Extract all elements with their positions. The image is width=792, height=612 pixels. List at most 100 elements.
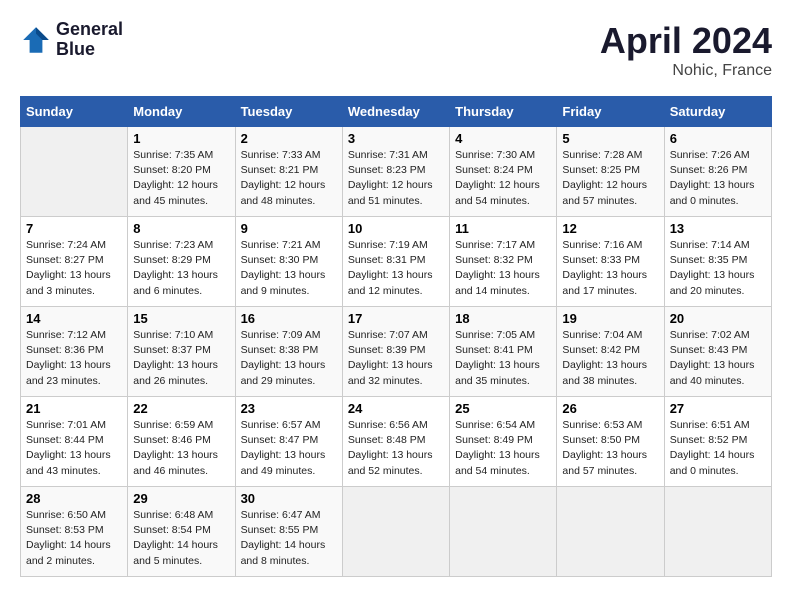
cell-w2-d6: 13 Sunrise: 7:14 AM Sunset: 8:35 PM Dayli… — [664, 217, 771, 307]
col-thursday: Thursday — [450, 97, 557, 127]
day-number: 1 — [133, 131, 229, 146]
day-number: 21 — [26, 401, 122, 416]
page-header: General Blue April 2024 Nohic, France — [20, 20, 772, 80]
day-info: Sunrise: 7:23 AM Sunset: 8:29 PM Dayligh… — [133, 238, 229, 299]
cell-w5-d1: 29 Sunrise: 6:48 AM Sunset: 8:54 PM Dayli… — [128, 487, 235, 577]
day-number: 7 — [26, 221, 122, 236]
day-info: Sunrise: 7:12 AM Sunset: 8:36 PM Dayligh… — [26, 328, 122, 389]
cell-w1-d5: 5Sunrise: 7:28 AM Sunset: 8:25 PM Daylig… — [557, 127, 664, 217]
cell-w1-d2: 2 Sunrise: 7:33 AM Sunset: 8:21 PM Daylig… — [235, 127, 342, 217]
col-saturday: Saturday — [664, 97, 771, 127]
week-row-2: 7Sunrise: 7:24 AM Sunset: 8:27 PM Daylig… — [21, 217, 772, 307]
day-info: Sunrise: 7:31 AM Sunset: 8:23 PM Dayligh… — [348, 148, 444, 209]
day-number: 9 — [241, 221, 337, 236]
cell-w4-d5: 26Sunrise: 6:53 AM Sunset: 8:50 PM Dayli… — [557, 397, 664, 487]
day-number: 23 — [241, 401, 337, 416]
cell-w3-d4: 18 Sunrise: 7:05 AM Sunset: 8:41 PM Dayli… — [450, 307, 557, 397]
day-info: Sunrise: 7:30 AM Sunset: 8:24 PM Dayligh… — [455, 148, 551, 209]
week-row-5: 28 Sunrise: 6:50 AM Sunset: 8:53 PM Dayli… — [21, 487, 772, 577]
day-number: 4 — [455, 131, 551, 146]
cell-w3-d6: 20 Sunrise: 7:02 AM Sunset: 8:43 PM Dayli… — [664, 307, 771, 397]
day-info: Sunrise: 7:26 AM Sunset: 8:26 PM Dayligh… — [670, 148, 766, 209]
day-number: 11 — [455, 221, 551, 236]
day-info: Sunrise: 7:35 AM Sunset: 8:20 PM Dayligh… — [133, 148, 229, 209]
day-info: Sunrise: 7:33 AM Sunset: 8:21 PM Dayligh… — [241, 148, 337, 209]
day-info: Sunrise: 7:09 AM Sunset: 8:38 PM Dayligh… — [241, 328, 337, 389]
cell-w5-d0: 28 Sunrise: 6:50 AM Sunset: 8:53 PM Dayli… — [21, 487, 128, 577]
day-info: Sunrise: 7:19 AM Sunset: 8:31 PM Dayligh… — [348, 238, 444, 299]
day-number: 10 — [348, 221, 444, 236]
logo: General Blue — [20, 20, 123, 60]
cell-w5-d3 — [342, 487, 449, 577]
day-number: 3 — [348, 131, 444, 146]
cell-w2-d5: 12Sunrise: 7:16 AM Sunset: 8:33 PM Dayli… — [557, 217, 664, 307]
day-info: Sunrise: 6:50 AM Sunset: 8:53 PM Dayligh… — [26, 508, 122, 569]
day-info: Sunrise: 7:04 AM Sunset: 8:42 PM Dayligh… — [562, 328, 658, 389]
day-number: 22 — [133, 401, 229, 416]
day-number: 24 — [348, 401, 444, 416]
cell-w1-d1: 1 Sunrise: 7:35 AM Sunset: 8:20 PM Daylig… — [128, 127, 235, 217]
cell-w1-d3: 3 Sunrise: 7:31 AM Sunset: 8:23 PM Daylig… — [342, 127, 449, 217]
cell-w2-d0: 7Sunrise: 7:24 AM Sunset: 8:27 PM Daylig… — [21, 217, 128, 307]
day-number: 16 — [241, 311, 337, 326]
week-row-4: 21Sunrise: 7:01 AM Sunset: 8:44 PM Dayli… — [21, 397, 772, 487]
day-info: Sunrise: 6:54 AM Sunset: 8:49 PM Dayligh… — [455, 418, 551, 479]
col-wednesday: Wednesday — [342, 97, 449, 127]
cell-w5-d4 — [450, 487, 557, 577]
day-number: 8 — [133, 221, 229, 236]
cell-w5-d5 — [557, 487, 664, 577]
day-number: 28 — [26, 491, 122, 506]
day-info: Sunrise: 7:10 AM Sunset: 8:37 PM Dayligh… — [133, 328, 229, 389]
day-number: 19 — [562, 311, 658, 326]
day-info: Sunrise: 7:28 AM Sunset: 8:25 PM Dayligh… — [562, 148, 658, 209]
cell-w5-d6 — [664, 487, 771, 577]
week-row-1: 1 Sunrise: 7:35 AM Sunset: 8:20 PM Daylig… — [21, 127, 772, 217]
day-info: Sunrise: 7:17 AM Sunset: 8:32 PM Dayligh… — [455, 238, 551, 299]
day-number: 26 — [562, 401, 658, 416]
header-row: Sunday Monday Tuesday Wednesday Thursday… — [21, 97, 772, 127]
day-info: Sunrise: 7:16 AM Sunset: 8:33 PM Dayligh… — [562, 238, 658, 299]
day-number: 18 — [455, 311, 551, 326]
main-title: April 2024 — [600, 20, 772, 62]
cell-w4-d1: 22Sunrise: 6:59 AM Sunset: 8:46 PM Dayli… — [128, 397, 235, 487]
day-number: 29 — [133, 491, 229, 506]
day-info: Sunrise: 7:05 AM Sunset: 8:41 PM Dayligh… — [455, 328, 551, 389]
day-info: Sunrise: 6:48 AM Sunset: 8:54 PM Dayligh… — [133, 508, 229, 569]
day-number: 25 — [455, 401, 551, 416]
cell-w5-d2: 30Sunrise: 6:47 AM Sunset: 8:55 PM Dayli… — [235, 487, 342, 577]
cell-w4-d6: 27Sunrise: 6:51 AM Sunset: 8:52 PM Dayli… — [664, 397, 771, 487]
calendar-header: Sunday Monday Tuesday Wednesday Thursday… — [21, 97, 772, 127]
col-tuesday: Tuesday — [235, 97, 342, 127]
col-friday: Friday — [557, 97, 664, 127]
day-info: Sunrise: 6:56 AM Sunset: 8:48 PM Dayligh… — [348, 418, 444, 479]
cell-w3-d3: 17Sunrise: 7:07 AM Sunset: 8:39 PM Dayli… — [342, 307, 449, 397]
day-number: 14 — [26, 311, 122, 326]
day-number: 17 — [348, 311, 444, 326]
day-info: Sunrise: 6:57 AM Sunset: 8:47 PM Dayligh… — [241, 418, 337, 479]
cell-w1-d0 — [21, 127, 128, 217]
day-number: 6 — [670, 131, 766, 146]
day-info: Sunrise: 6:47 AM Sunset: 8:55 PM Dayligh… — [241, 508, 337, 569]
cell-w2-d2: 9Sunrise: 7:21 AM Sunset: 8:30 PM Daylig… — [235, 217, 342, 307]
cell-w3-d0: 14 Sunrise: 7:12 AM Sunset: 8:36 PM Dayli… — [21, 307, 128, 397]
cell-w4-d0: 21Sunrise: 7:01 AM Sunset: 8:44 PM Dayli… — [21, 397, 128, 487]
cell-w4-d2: 23 Sunrise: 6:57 AM Sunset: 8:47 PM Dayli… — [235, 397, 342, 487]
calendar-body: 1 Sunrise: 7:35 AM Sunset: 8:20 PM Daylig… — [21, 127, 772, 577]
logo-text: General Blue — [56, 20, 123, 60]
day-number: 13 — [670, 221, 766, 236]
day-number: 15 — [133, 311, 229, 326]
day-number: 2 — [241, 131, 337, 146]
day-number: 20 — [670, 311, 766, 326]
cell-w3-d2: 16 Sunrise: 7:09 AM Sunset: 8:38 PM Dayli… — [235, 307, 342, 397]
day-info: Sunrise: 7:02 AM Sunset: 8:43 PM Dayligh… — [670, 328, 766, 389]
cell-w4-d3: 24 Sunrise: 6:56 AM Sunset: 8:48 PM Dayli… — [342, 397, 449, 487]
cell-w3-d1: 15 Sunrise: 7:10 AM Sunset: 8:37 PM Dayli… — [128, 307, 235, 397]
day-number: 27 — [670, 401, 766, 416]
subtitle: Nohic, France — [600, 62, 772, 80]
cell-w2-d3: 10 Sunrise: 7:19 AM Sunset: 8:31 PM Dayli… — [342, 217, 449, 307]
cell-w1-d4: 4 Sunrise: 7:30 AM Sunset: 8:24 PM Daylig… — [450, 127, 557, 217]
day-info: Sunrise: 7:14 AM Sunset: 8:35 PM Dayligh… — [670, 238, 766, 299]
cell-w2-d4: 11 Sunrise: 7:17 AM Sunset: 8:32 PM Dayli… — [450, 217, 557, 307]
col-sunday: Sunday — [21, 97, 128, 127]
title-block: April 2024 Nohic, France — [600, 20, 772, 80]
